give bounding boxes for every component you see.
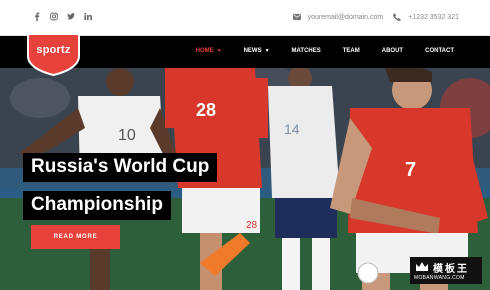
phone-icon [393,13,402,21]
nav-item-label: MATCHES [291,48,321,54]
nav-item-label: TEAM [342,48,360,54]
chevron-down-icon: ▼ [216,48,222,54]
nav-item-label: NEWS [243,48,262,54]
phone-number[interactable]: +1232 3532 321 [408,14,459,21]
chevron-down-icon: ▼ [264,48,270,54]
site-logo[interactable]: sportz [26,32,81,76]
jersey-number: 7 [405,159,416,181]
contact-info: youremail@domain.com +1232 3532 321 [292,13,459,21]
facebook-icon[interactable] [33,12,41,21]
crown-logo-icon [416,262,428,271]
nav-item-label: ABOUT [381,48,404,54]
nav-item-contact[interactable]: CONTACT [425,48,454,54]
twitter-icon[interactable] [67,12,75,21]
nav-item-label: CONTACT [425,48,454,54]
hero-title-line-2: Championship [23,191,171,220]
site-watermark: 模板王 MOBANWANG.COM [410,257,482,284]
hero-title-line-1: Russia's World Cup [23,153,218,182]
nav-item-label: HOME [195,48,214,54]
read-more-button[interactable]: READ MORE [31,225,120,249]
envelope-icon [292,13,301,21]
instagram-icon[interactable] [50,12,58,21]
jersey-number: 14 [284,121,300,137]
social-links [33,12,92,21]
nav-item-news[interactable]: NEWS ▼ [244,48,270,54]
jersey-number: 10 [118,127,136,144]
watermark-latin: MOBANWANG.COM [414,275,465,281]
email-link[interactable]: youremail@domain.com [308,14,384,21]
jersey-number: 28 [196,100,216,120]
jersey-number: 28 [246,220,258,231]
watermark-chinese: 模板王 [433,264,469,275]
top-bar: youremail@domain.com +1232 3532 321 [0,0,490,36]
nav-item-matches[interactable]: MATCHES [292,48,321,54]
logo-text: sportz [36,44,71,56]
nav-item-about[interactable]: ABOUT [382,48,403,54]
nav-menu: HOME ▼ NEWS ▼ MATCHES TEAM ABOUT CONTACT [174,48,454,54]
linkedin-icon[interactable] [84,12,92,21]
nav-item-home[interactable]: HOME ▼ [196,48,222,54]
nav-item-team[interactable]: TEAM [343,48,360,54]
